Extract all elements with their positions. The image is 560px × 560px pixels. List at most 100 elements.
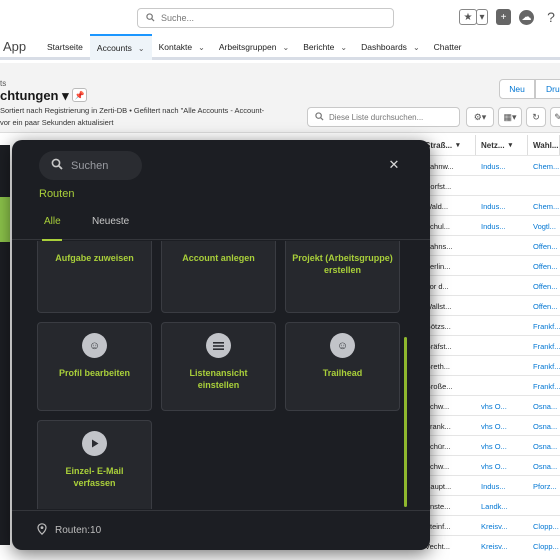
route-tile-label: Profil bearbeiten (58, 368, 130, 378)
list-settings-button[interactable]: ⚙▾ (466, 107, 494, 127)
chevron-down-icon[interactable]: ⌄ (138, 44, 145, 53)
tab-alle[interactable]: Alle (44, 216, 61, 227)
chevron-down-icon[interactable]: ▾ (456, 141, 460, 149)
list-view-title[interactable]: chtungen ▾ (0, 88, 69, 104)
new-button[interactable]: Neu (499, 79, 535, 99)
chevron-down-icon[interactable]: ⌄ (283, 43, 290, 52)
nav-tab-kontakte[interactable]: Kontakte ⌄ (152, 34, 212, 60)
smiley-icon: ☺ (82, 333, 107, 358)
routes-search-input[interactable]: Suchen (39, 151, 142, 180)
table-cell[interactable]: Landk... (476, 496, 528, 516)
favorites-star-icon[interactable]: ★ (459, 9, 477, 25)
routes-heading: Routen (39, 188, 75, 200)
refresh-button[interactable]: ↻ (526, 107, 546, 127)
table-cell[interactable]: Indus... (476, 476, 528, 496)
table-cell[interactable] (476, 296, 528, 316)
table-cell[interactable]: Offen... (528, 236, 560, 256)
table-cell[interactable]: Vogtl... (528, 216, 560, 236)
table-cell[interactable] (476, 336, 528, 356)
route-tile-trailhead[interactable]: ☺ Trailhead (285, 322, 400, 411)
table-row: Krank... vhs O... Osna... (420, 415, 560, 435)
table-cell[interactable] (528, 176, 560, 196)
nav-tab-dashboards[interactable]: Dashboards ⌄ (354, 34, 427, 60)
table-cell[interactable]: Offen... (528, 256, 560, 276)
table-cell[interactable]: Offen... (528, 296, 560, 316)
object-label: ts (0, 79, 7, 88)
close-icon[interactable]: ✕ (387, 157, 401, 172)
list-search-input[interactable]: Diese Liste durchsuchen... (307, 107, 460, 127)
print-button[interactable]: Dru (535, 79, 560, 99)
app-nav-bar: App Startseite Accounts ⌄ Kontakte ⌄ Arbeitsg… (0, 34, 560, 60)
route-tile-listenansicht-einstellen[interactable]: Listenansicht einstellen (161, 322, 276, 411)
table-cell[interactable]: Osna... (528, 416, 560, 436)
table-cell[interactable]: Clopp... (528, 516, 560, 536)
route-tile-label: Einzel- E-Mail verfassen (65, 466, 124, 488)
chevron-down-icon[interactable]: ▾ (509, 141, 513, 149)
edit-list-button[interactable]: ✎ (550, 107, 560, 127)
table-cell[interactable] (476, 316, 528, 336)
table-icon: ▦▾ (503, 111, 517, 122)
table-cell[interactable]: Offen... (528, 276, 560, 296)
table-cell[interactable]: Chem... (528, 196, 560, 216)
table-cell[interactable]: Indus... (476, 216, 528, 236)
plus-icon[interactable]: + (496, 9, 511, 25)
table-row: Schw... vhs O... Osna... (420, 455, 560, 475)
route-tile-aufgabe-zuweisen[interactable]: ☺ Aufgabe zuweisen (37, 241, 152, 313)
table-row: Schw... vhs O... Osna... (420, 395, 560, 415)
tab-neueste[interactable]: Neueste (92, 216, 129, 227)
search-icon (315, 111, 324, 123)
table-cell[interactable]: Kreisv... (476, 536, 528, 556)
chevron-down-icon[interactable]: ⌄ (413, 43, 420, 52)
display-as-button[interactable]: ▦▾ (498, 107, 522, 127)
table-cell[interactable] (476, 276, 528, 296)
table-cell[interactable]: vhs O... (476, 416, 528, 436)
table-cell[interactable] (476, 376, 528, 396)
chevron-down-icon[interactable]: ⌄ (340, 43, 347, 52)
table-cell[interactable]: Chem... (528, 156, 560, 176)
table-cell[interactable] (476, 176, 528, 196)
cloud-icon[interactable]: ☁ (519, 9, 534, 25)
nav-tab-accounts[interactable]: Accounts ⌄ (89, 34, 152, 60)
table-cell[interactable]: Frankf... (528, 376, 560, 396)
help-icon[interactable]: ? (542, 9, 560, 25)
nav-tab-berichte[interactable]: Berichte ⌄ (296, 34, 354, 60)
route-tile-projekt-erstellen[interactable]: ☺ Projekt (Arbeitsgruppe) erstellen (285, 241, 400, 313)
table-cell[interactable]: Frankf... (528, 336, 560, 356)
table-cell[interactable]: Pforz... (528, 476, 560, 496)
table-cell[interactable]: Indus... (476, 156, 528, 176)
table-cell[interactable]: vhs O... (476, 396, 528, 416)
global-search-input[interactable]: Suche... (137, 8, 394, 28)
nav-tab-startseite[interactable]: Startseite (40, 34, 90, 60)
table-cell[interactable]: Frankf... (528, 356, 560, 376)
nav-tab-chatter[interactable]: Chatter (427, 34, 469, 60)
list-search-placeholder: Diese Liste durchsuchen... (329, 112, 424, 122)
table-cell[interactable]: vhs O... (476, 436, 528, 456)
table-row: Schür... vhs O... Osna... (420, 435, 560, 455)
table-cell[interactable] (476, 236, 528, 256)
table-cell[interactable]: vhs O... (476, 456, 528, 476)
table-cell[interactable]: Kreisv... (476, 516, 528, 536)
table-cell[interactable]: Frankf... (528, 316, 560, 336)
table-cell[interactable]: Osna... (528, 456, 560, 476)
nav-tab-arbeitsgruppen[interactable]: Arbeitsgruppen ⌄ (212, 34, 296, 60)
table-cell[interactable]: Indus... (476, 196, 528, 216)
table-row: Enste... Landk... (420, 495, 560, 515)
chevron-down-icon[interactable]: ⌄ (198, 43, 205, 52)
table-cell[interactable] (528, 496, 560, 516)
routes-scrollbar[interactable] (404, 337, 407, 507)
table-cell[interactable]: Clopp... (528, 536, 560, 556)
pin-icon[interactable]: 📌 (72, 88, 87, 102)
table-cell[interactable]: Osna... (528, 436, 560, 456)
table-cell[interactable] (476, 256, 528, 276)
column-header[interactable]: Wahl...▾ (528, 135, 560, 155)
column-header[interactable]: Netz... ▾ (476, 135, 528, 155)
list-filter-info: Sortiert nach Registrierung in Zerti-DB … (0, 106, 265, 115)
header-utility-icons: ★ ▾ + ☁ ? (459, 9, 560, 25)
chevron-down-icon[interactable]: ▾ (476, 9, 488, 25)
table-cell[interactable]: Osna... (528, 396, 560, 416)
table-row: Dorfst... (420, 175, 560, 195)
table-cell[interactable] (476, 356, 528, 376)
route-tile-einzel-email-verfassen[interactable]: Einzel- E-Mail verfassen (37, 420, 152, 509)
route-tile-profil-bearbeiten[interactable]: ☺ Profil bearbeiten (37, 322, 152, 411)
route-tile-account-anlegen[interactable]: ☺ Account anlegen (161, 241, 276, 313)
